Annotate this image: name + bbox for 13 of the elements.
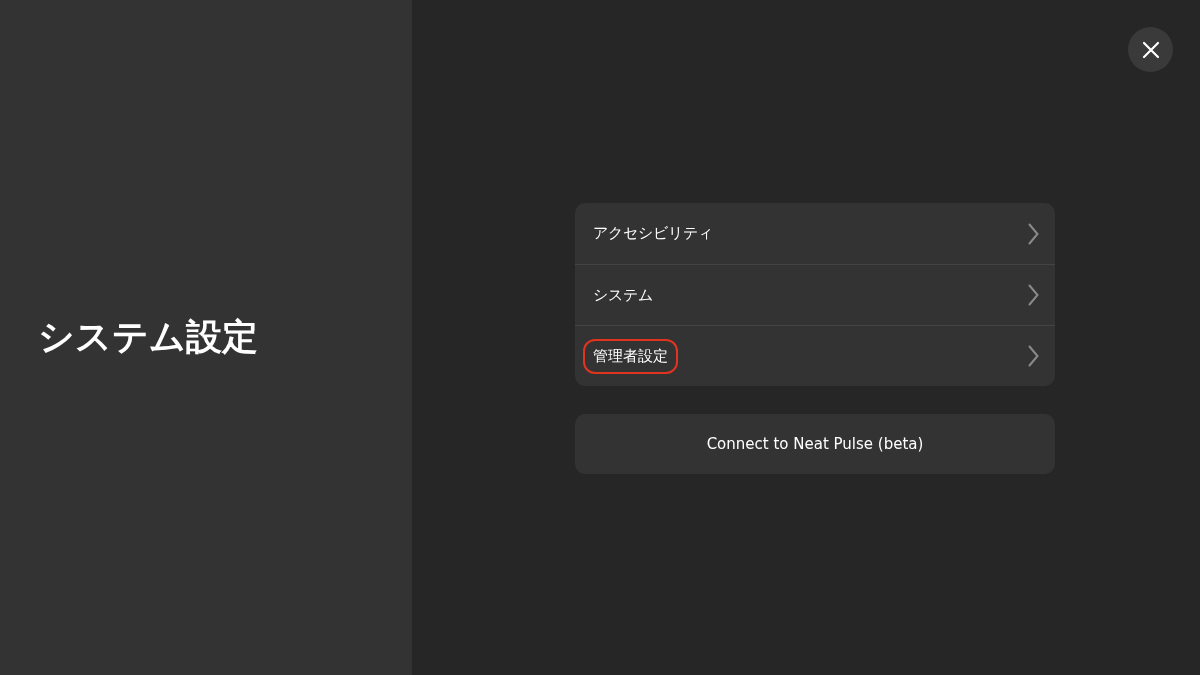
highlighted-label: 管理者設定 bbox=[583, 338, 678, 374]
menu-item-label: システム bbox=[592, 284, 654, 306]
menu-item[interactable]: 管理者設定 bbox=[575, 325, 1055, 386]
chevron-right-icon bbox=[1028, 284, 1039, 306]
chevron-right-icon bbox=[1028, 222, 1039, 245]
page-title: システム設定 bbox=[38, 315, 258, 359]
close-button[interactable] bbox=[1128, 27, 1173, 72]
connect-button[interactable]: Connect to Neat Pulse (beta) bbox=[575, 414, 1055, 474]
menu-item[interactable]: システム bbox=[575, 264, 1055, 325]
close-icon bbox=[1141, 40, 1160, 59]
chevron-right-icon bbox=[1028, 345, 1039, 367]
menu-item[interactable]: アクセシビリティ bbox=[575, 203, 1055, 264]
menu-item-label: アクセシビリティ bbox=[592, 223, 714, 244]
